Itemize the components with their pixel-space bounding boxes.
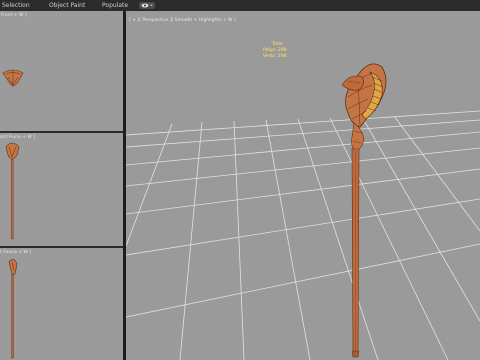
visibility-toggle-button[interactable]	[139, 2, 155, 9]
cobra-staff-model[interactable]	[126, 11, 480, 360]
viewport-perspective[interactable]: [ + ][ Perspective ][ Smooth + Highlight…	[126, 11, 480, 360]
viewport-bottom[interactable]: t Feuna + W ]	[0, 248, 123, 360]
viewport-mid[interactable]: ont Fiuna + W ]	[0, 133, 123, 246]
menu-item-selection[interactable]: Selection	[2, 0, 30, 11]
menu-bar: Selection Object Paint Populate	[0, 0, 480, 11]
model-preview-hood	[2, 69, 24, 87]
left-viewport-column: Front + W ] ont Fiuna + W ] t Feuna + W …	[0, 11, 125, 360]
viewport-label[interactable]: Front + W ]	[1, 13, 27, 18]
eye-icon	[141, 3, 153, 8]
model-preview-staff-side	[8, 259, 18, 359]
viewport-top[interactable]: Front + W ]	[0, 11, 123, 131]
menu-item-object-paint[interactable]: Object Paint	[49, 0, 85, 11]
viewport-label[interactable]: ont Fiuna + W ]	[0, 135, 35, 140]
menu-item-populate[interactable]: Populate	[102, 0, 128, 11]
viewport-label[interactable]: t Feuna + W ]	[0, 250, 31, 255]
model-preview-staff-front	[5, 142, 20, 240]
